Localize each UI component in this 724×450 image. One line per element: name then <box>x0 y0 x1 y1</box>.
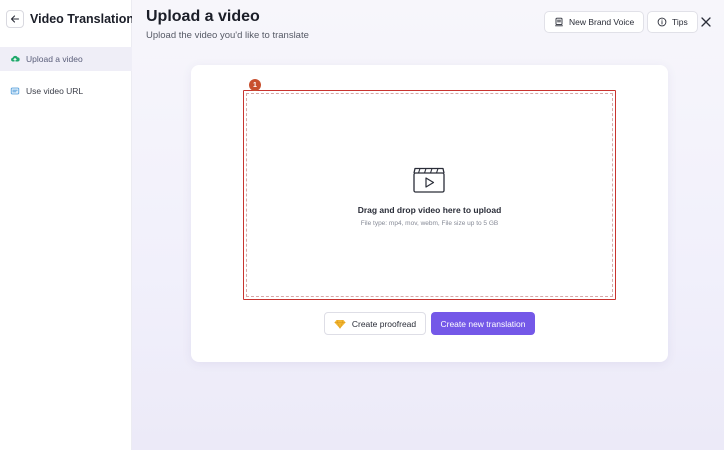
create-proofread-label: Create proofread <box>351 318 417 329</box>
upload-card: Drag and drop video here to upload File … <box>191 65 668 362</box>
dropzone-hint: File type: mp4, mov, webm, File size up … <box>360 220 499 227</box>
link-icon <box>10 86 20 96</box>
info-icon <box>657 17 667 27</box>
dropzone-title: Drag and drop video here to upload <box>357 205 502 215</box>
create-proofread-button[interactable]: Create proofread <box>324 312 426 335</box>
arrow-left-icon <box>10 15 20 23</box>
sidebar-item-upload-video[interactable]: Upload a video <box>0 47 132 71</box>
page-title: Upload a video <box>146 8 260 25</box>
page-subtitle: Upload the video you'd like to translate <box>146 30 309 41</box>
upload-dropzone[interactable]: Drag and drop video here to upload File … <box>243 90 616 300</box>
close-icon <box>701 17 711 27</box>
video-clapper-icon <box>413 167 445 193</box>
sidebar: Video Translation Upload a video Use vid… <box>0 0 134 450</box>
brand-voice-icon <box>554 17 564 27</box>
new-brand-voice-label: New Brand Voice <box>569 17 635 27</box>
sidebar-item-video-url[interactable]: Use video URL <box>0 79 132 103</box>
close-button[interactable] <box>699 15 713 29</box>
sidebar-item-label: Use video URL <box>26 86 84 96</box>
tips-button[interactable]: Tips <box>647 11 698 33</box>
back-button[interactable] <box>6 10 24 28</box>
create-new-translation-button[interactable]: Create new translation <box>431 312 535 335</box>
new-brand-voice-button[interactable]: New Brand Voice <box>544 11 645 33</box>
main-content: Upload a video Upload the video you'd li… <box>132 0 724 450</box>
diamond-icon <box>334 319 346 329</box>
cloud-upload-icon <box>10 54 20 64</box>
step-badge: 1 <box>249 79 261 91</box>
app-title: Video Translation <box>30 12 134 26</box>
sidebar-item-label: Upload a video <box>26 54 83 64</box>
tips-label: Tips <box>672 17 688 27</box>
